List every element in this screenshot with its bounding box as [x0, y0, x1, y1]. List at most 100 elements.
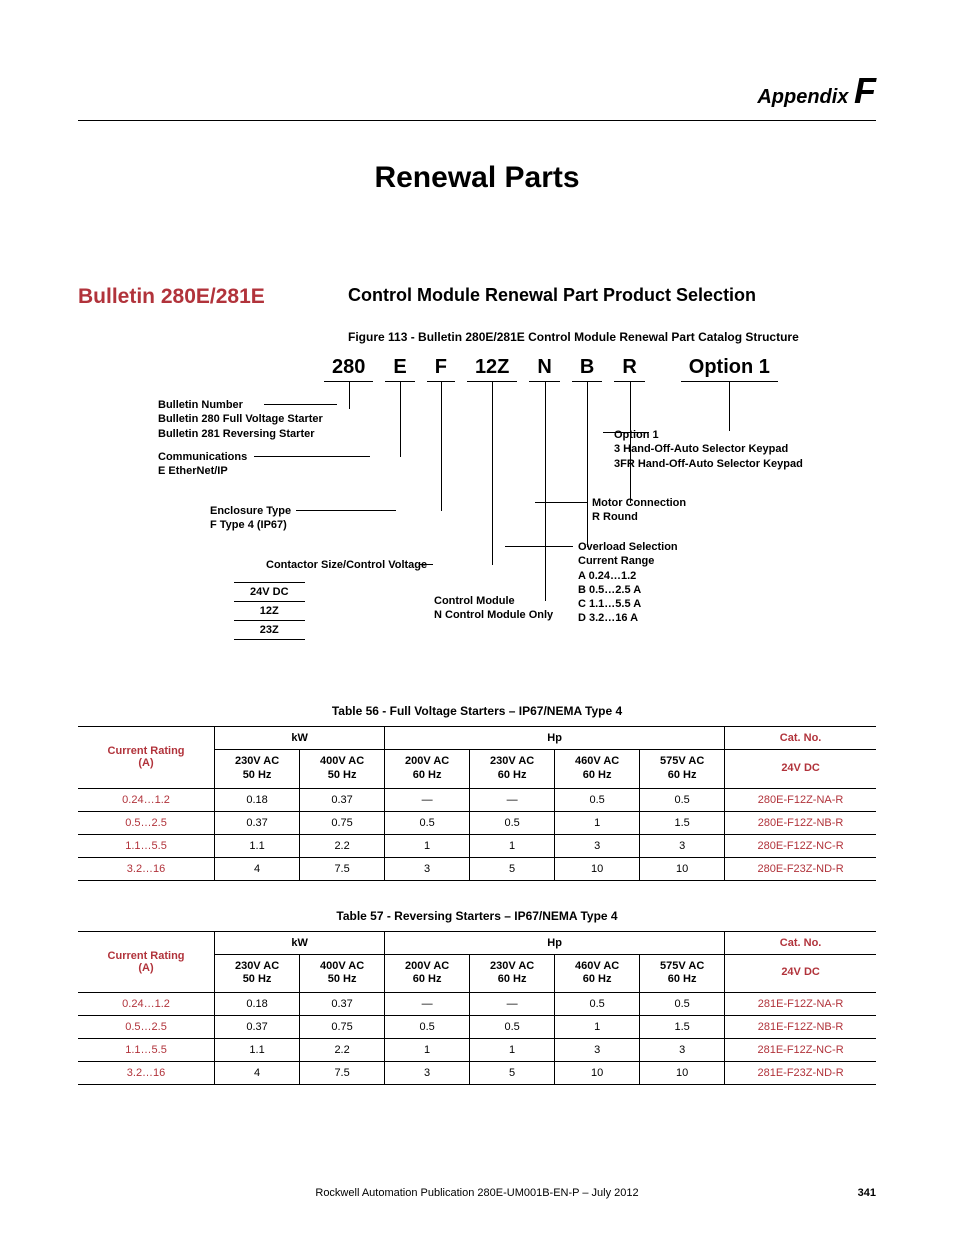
ann-opt: Option 1 3 Hand-Off-Auto Selector Keypad… — [614, 428, 803, 471]
table-cell: 1.5 — [640, 811, 725, 834]
col-kw: kW — [215, 931, 385, 954]
col-230-50: 230V AC 50 Hz — [215, 954, 300, 993]
col-200-60: 200V AC 60 Hz — [385, 954, 470, 993]
col-230-60: 230V AC 60 Hz — [470, 954, 555, 993]
table-cell: 3 — [555, 1039, 640, 1062]
col-460-60: 460V AC 60 Hz — [555, 750, 640, 789]
col-400-50: 400V AC 50 Hz — [300, 954, 385, 993]
table57-caption: Table 57 - Reversing Starters – IP67/NEM… — [78, 909, 876, 923]
ann-cont: Contactor Size/Control Voltage — [266, 558, 427, 572]
table-cell: — — [470, 788, 555, 811]
publication-id: Rockwell Automation Publication 280E-UM0… — [315, 1187, 638, 1199]
figure-caption: Figure 113 - Bulletin 280E/281E Control … — [348, 330, 908, 344]
table-cell: 1.1 — [215, 1039, 300, 1062]
table-cell: 0.5 — [385, 811, 470, 834]
line-opt — [603, 432, 649, 433]
catalog-segments: 280 E F 12Z N B R Option 1 — [318, 356, 784, 382]
line-cont — [420, 564, 433, 565]
table-cell: — — [385, 993, 470, 1016]
table-row: 0.5…2.50.370.750.50.511.5281E-F12Z-NB-R — [78, 1016, 876, 1039]
col-200-60: 200V AC 60 Hz — [385, 750, 470, 789]
table-cell: 1 — [385, 834, 470, 857]
table-cell: 3 — [385, 857, 470, 880]
line-encl — [296, 510, 396, 511]
table-row: 1.1…5.51.12.21133280E-F12Z-NC-R — [78, 834, 876, 857]
page-footer: Rockwell Automation Publication 280E-UM0… — [78, 1187, 876, 1199]
line-motor — [535, 502, 587, 503]
table-cell: 5 — [470, 857, 555, 880]
table-cell: 0.18 — [215, 788, 300, 811]
col-hp: Hp — [385, 931, 725, 954]
table-cell: 1 — [385, 1039, 470, 1062]
table-cell: — — [470, 993, 555, 1016]
table-cell: 3 — [555, 834, 640, 857]
table-cell: 0.5…2.5 — [78, 1016, 215, 1039]
table-cell: 1 — [470, 834, 555, 857]
table-cell: 280E-F12Z-NA-R — [725, 788, 876, 811]
table57: Current Rating (A) kW Hp Cat. No. 230V A… — [78, 931, 876, 1086]
table-cell: 0.37 — [215, 1016, 300, 1039]
seg-r: R — [614, 356, 644, 382]
ann-comm: Communications E EtherNet/IP — [158, 450, 247, 479]
voltage-table: 24V DC 12Z 23Z — [234, 582, 305, 640]
table-cell: 1 — [470, 1039, 555, 1062]
seg-n: N — [529, 356, 559, 382]
table-cell: 4 — [215, 1062, 300, 1085]
table-row: 3.2…1647.5351010281E-F23Z-ND-R — [78, 1062, 876, 1085]
col-cat: Cat. No. — [725, 931, 876, 954]
col-kw: kW — [215, 727, 385, 750]
col-460-60: 460V AC 60 Hz — [555, 954, 640, 993]
left-column: Bulletin 280E/281E — [78, 285, 328, 309]
col-24vdc: 24V DC — [725, 954, 876, 993]
page-number: 341 — [858, 1187, 876, 1199]
section-row: Bulletin 280E/281E Control Module Renewa… — [78, 285, 876, 676]
table-cell: 1.1 — [215, 834, 300, 857]
line-bulletin — [264, 404, 337, 405]
table-cell: 1.5 — [640, 1016, 725, 1039]
table-cell: 0.5 — [555, 788, 640, 811]
table-cell: 7.5 — [300, 857, 385, 880]
col-575-60: 575V AC 60 Hz — [640, 750, 725, 789]
table56: Current Rating (A) kW Hp Cat. No. 230V A… — [78, 726, 876, 881]
table-cell: 0.5 — [640, 993, 725, 1016]
ann-ctrl: Control Module N Control Module Only — [434, 594, 553, 623]
catalog-structure-diagram: 280 E F 12Z N B R Option 1 Bulletin Numb… — [98, 356, 908, 676]
table-cell: 0.75 — [300, 1016, 385, 1039]
table-cell: 0.5 — [470, 811, 555, 834]
col-hp: Hp — [385, 727, 725, 750]
table-cell: 3 — [640, 834, 725, 857]
table-cell: 10 — [640, 857, 725, 880]
table-cell: 3 — [640, 1039, 725, 1062]
table-row: 0.24…1.20.180.37——0.50.5281E-F12Z-NA-R — [78, 993, 876, 1016]
table-cell: 3.2…16 — [78, 857, 215, 880]
table-cell: 280E-F12Z-NB-R — [725, 811, 876, 834]
table-cell: 0.37 — [300, 788, 385, 811]
table-row: 1.1…5.51.12.21133281E-F12Z-NC-R — [78, 1039, 876, 1062]
seg-280: 280 — [324, 356, 373, 382]
table-cell: 281E-F12Z-NC-R — [725, 1039, 876, 1062]
col-230-50: 230V AC 50 Hz — [215, 750, 300, 789]
table-cell: 3 — [385, 1062, 470, 1085]
right-column: Control Module Renewal Part Product Sele… — [348, 285, 908, 676]
table-row: 0.5…2.50.370.750.50.511.5280E-F12Z-NB-R — [78, 811, 876, 834]
table-cell: 7.5 — [300, 1062, 385, 1085]
table-cell: 0.5 — [555, 993, 640, 1016]
table-cell: 10 — [555, 857, 640, 880]
line-comm — [254, 456, 370, 457]
table-cell: 10 — [555, 1062, 640, 1085]
seg-e: E — [385, 356, 414, 382]
table-cell: 0.5 — [470, 1016, 555, 1039]
appendix-letter: F — [854, 70, 876, 111]
col-current-rating: Current Rating (A) — [78, 727, 215, 789]
table-cell: 280E-F12Z-NC-R — [725, 834, 876, 857]
table-cell: 10 — [640, 1062, 725, 1085]
page-title: Renewal Parts — [78, 161, 876, 195]
table-cell: 3.2…16 — [78, 1062, 215, 1085]
col-current-rating: Current Rating (A) — [78, 931, 215, 993]
table-cell: 2.2 — [300, 834, 385, 857]
table56-caption: Table 56 - Full Voltage Starters – IP67/… — [78, 704, 876, 718]
table-cell: 0.24…1.2 — [78, 788, 215, 811]
table-cell: 0.37 — [215, 811, 300, 834]
table-cell: 0.5 — [385, 1016, 470, 1039]
col-24vdc: 24V DC — [725, 750, 876, 789]
